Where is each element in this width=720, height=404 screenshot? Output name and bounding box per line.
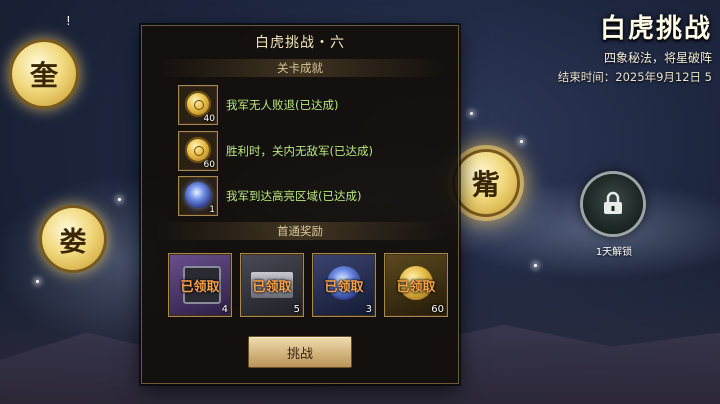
claimed-label: 已领取 bbox=[396, 280, 436, 295]
star-sparkle bbox=[36, 280, 39, 283]
achievement-reward-slot[interactable]: 1 bbox=[178, 176, 218, 216]
star-orb-icon bbox=[185, 182, 211, 208]
star-sparkle bbox=[470, 112, 473, 115]
lock-icon bbox=[604, 191, 622, 214]
panel-title: 白虎挑战・六 bbox=[255, 35, 345, 51]
reward-count: 40 bbox=[203, 114, 215, 124]
event-end-time: 结束时间：2025年9月12日 5 bbox=[557, 70, 712, 84]
event-header: 白虎挑战 四象秘法，将星破阵 结束时间：2025年9月12日 5 bbox=[558, 8, 712, 85]
stage-detail-panel: 白虎挑战・六 关卡成就 40 我军无人败退(已达成) 60 胜利时，关内无敌军(… bbox=[141, 25, 459, 384]
first-clear-reward-slot[interactable]: 已领取 4 bbox=[168, 253, 232, 317]
reward-count: 60 bbox=[203, 160, 215, 170]
achievement-row: 1 我军到达高亮区域(已达成) bbox=[178, 175, 361, 217]
constellation-node-lou[interactable]: 娄 bbox=[42, 208, 104, 270]
achievement-text: 我军无人败退(已达成) bbox=[226, 98, 339, 112]
reward-count: 4 bbox=[221, 304, 228, 315]
event-title: 白虎挑战 bbox=[599, 14, 712, 44]
reward-count: 1 bbox=[209, 205, 215, 215]
achievement-reward-slot[interactable]: 40 bbox=[178, 85, 218, 125]
constellation-node-kui[interactable]: 奎 bbox=[12, 42, 76, 106]
claimed-label: 已领取 bbox=[252, 280, 292, 295]
challenge-button[interactable]: 挑战 bbox=[248, 336, 352, 368]
achievement-row: 40 我军无人败退(已达成) bbox=[178, 84, 338, 126]
first-clear-reward-slot[interactable]: 已领取 3 bbox=[312, 253, 376, 317]
claimed-label: 已领取 bbox=[324, 280, 364, 295]
reward-count: 3 bbox=[365, 304, 372, 315]
star-sparkle bbox=[118, 198, 121, 201]
first-clear-rewards-header: 首通奖励 bbox=[156, 222, 444, 240]
locked-constellation-node[interactable] bbox=[583, 174, 643, 234]
constellation-node-zi[interactable]: 觜 bbox=[455, 152, 517, 214]
event-subtitle: 四象秘法，将星破阵 bbox=[603, 51, 712, 65]
first-clear-reward-slot[interactable]: 已领取 60 bbox=[384, 253, 448, 317]
star-sparkle bbox=[534, 264, 537, 267]
claimed-label: 已领取 bbox=[180, 280, 220, 295]
first-clear-reward-slot[interactable]: 已领取 5 bbox=[240, 253, 304, 317]
top-marker: ! bbox=[66, 14, 71, 28]
achievement-text: 我军到达高亮区域(已达成) bbox=[226, 189, 362, 203]
achievements-header: 关卡成就 bbox=[156, 59, 444, 77]
star-sparkle bbox=[520, 140, 523, 143]
reward-count: 60 bbox=[431, 304, 444, 315]
achievement-row: 60 胜利时，关内无敌军(已达成) bbox=[178, 130, 373, 172]
achievement-reward-slot[interactable]: 60 bbox=[178, 131, 218, 171]
achievement-text: 胜利时，关内无敌军(已达成) bbox=[226, 144, 373, 158]
unlock-countdown-label: 1天解锁 bbox=[595, 247, 633, 258]
reward-count: 5 bbox=[293, 304, 300, 315]
